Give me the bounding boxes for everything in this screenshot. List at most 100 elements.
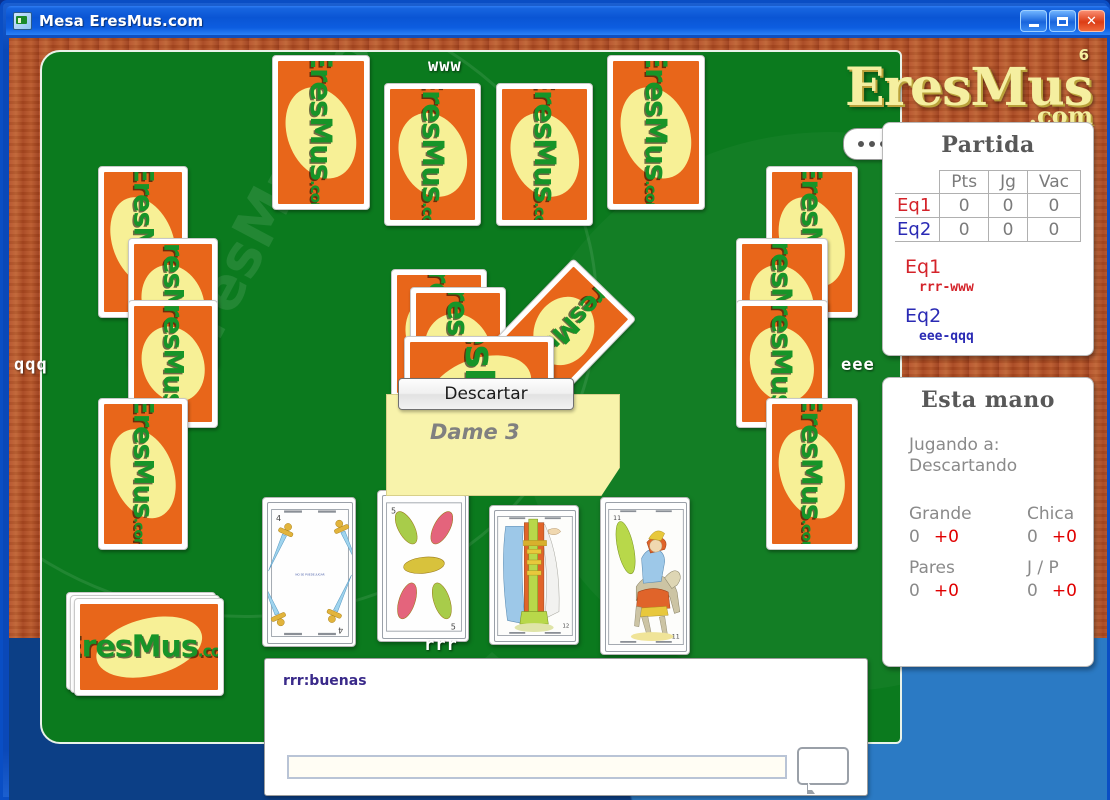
svg-text:4: 4: [276, 514, 281, 523]
card-face: 12: [494, 510, 576, 642]
eq2-vac: 0: [1026, 217, 1081, 242]
hand-card-caballo-bastos[interactable]: 11 11: [600, 497, 690, 655]
app-icon: [13, 11, 32, 30]
col-blank: [895, 170, 940, 194]
card-face: 4 4 NO SE PUEDE JUGAR: [267, 502, 353, 644]
logo-badge: 6: [1078, 46, 1089, 64]
card-face: 5 5: [382, 495, 466, 639]
stat-label-pares: Pares: [909, 558, 955, 578]
action-message: Dame 3: [430, 420, 520, 444]
card-top-3[interactable]: EresMus.com: [496, 83, 593, 226]
bastos-art: 5 5: [386, 502, 462, 632]
jugando-label: Jugando a:: [909, 435, 1000, 455]
card-back-art: EresMus.com: [613, 61, 699, 204]
close-button[interactable]: ✕: [1078, 10, 1105, 32]
card-back-art: EresMus.com: [104, 404, 182, 544]
hand-card-rey-bastos[interactable]: 12: [489, 505, 579, 645]
eq1-jg: 0: [988, 193, 1028, 218]
svg-text:5: 5: [391, 507, 396, 516]
card-back-art: EresMus.com: [80, 604, 218, 690]
hand-card-5-bastos[interactable]: 5 5: [377, 490, 469, 642]
chat-messages: rrr:buenas: [265, 659, 867, 689]
send-message-button[interactable]: [797, 747, 849, 794]
partida-score-table: Pts Jg Vac Eq1 0 0 0 Eq2 0 0 0: [895, 170, 1081, 242]
svg-text:4: 4: [338, 626, 343, 635]
partida-panel: Partida Pts Jg Vac Eq1 0 0 0 Eq2 0 0 0 E…: [882, 122, 1094, 356]
row-team-eq2: Eq2: [895, 217, 940, 242]
eq1-pts: 0: [939, 193, 990, 218]
hand-card-4-espadas[interactable]: 4 4 NO SE PUEDE JUGAR: [262, 497, 356, 647]
chica-delta: +0: [1051, 526, 1077, 547]
pares-value: 0: [909, 581, 920, 602]
partida-title: Partida: [941, 132, 1035, 158]
maximize-button[interactable]: [1049, 10, 1076, 32]
eq2-pts: 0: [939, 217, 990, 242]
team-eq1-members: rrr-www: [919, 280, 974, 295]
player-name-bottom: rrr: [424, 635, 458, 655]
stat-value-grande: 0 +0: [909, 527, 1027, 548]
window-title: Mesa EresMus.com: [39, 11, 204, 30]
card-back-art: EresMus.com: [390, 89, 475, 220]
eresmus-logo: EresMus .com 6: [845, 46, 1095, 132]
card-back-label: EresMus.com: [127, 404, 159, 544]
team-eq2-members: eee-qqq: [919, 329, 974, 344]
jp-delta: +0: [1051, 581, 1077, 602]
title-bar: Mesa EresMus.com ✕: [6, 6, 1110, 35]
table-header-row: Pts Jg Vac: [895, 170, 1081, 194]
card-left-4[interactable]: EresMus.com: [98, 398, 188, 550]
card-top-1[interactable]: EresMus.com: [272, 55, 370, 210]
stat-label-chica: Chica: [1027, 503, 1075, 524]
card-top-2[interactable]: EresMus.com: [384, 83, 481, 226]
card-right-4[interactable]: EresMus.com: [766, 398, 858, 550]
card-face: 11 11: [605, 502, 687, 652]
window-controls: ✕: [1020, 10, 1105, 32]
eq1-vac: 0: [1026, 193, 1081, 218]
row-team-eq1: Eq1: [895, 193, 940, 218]
minimize-button[interactable]: [1020, 10, 1047, 32]
card-back-label: EresMus.com: [80, 629, 218, 665]
deck-card-1[interactable]: EresMus.com: [74, 598, 224, 696]
app-root: Mesa EresMus.com ✕ EresMus.com EresMus .…: [0, 0, 1110, 800]
mano-stats-grid: Grande Chica 0 +0 0 +0 Pares J / P 0 +0 0 +0: [909, 504, 1093, 611]
card-back-art: EresMus.com: [772, 404, 852, 544]
col-pts: Pts: [939, 170, 990, 194]
card-back-art: EresMus.com: [502, 89, 587, 220]
player-name-right: eee: [841, 355, 875, 375]
pares-delta: +0: [933, 581, 959, 602]
esta-mano-panel: Esta mano Jugando a: Descartando Grande …: [882, 377, 1094, 667]
chat-panel: rrr:buenas: [264, 658, 868, 796]
table-row: Eq2 0 0 0: [895, 217, 1081, 242]
card-top-4[interactable]: EresMus.com: [607, 55, 705, 210]
chat-message: rrr:buenas: [283, 673, 367, 689]
card-back-label: EresMus.com: [795, 404, 829, 544]
col-jg: Jg: [988, 170, 1028, 194]
team-list: Eq1 rrr-www Eq2 eee-qqq: [905, 256, 1093, 344]
stat-value-pares: 0 +0: [909, 581, 1027, 602]
stat-value-jp: 0 +0: [1027, 581, 1110, 602]
card-back-label: EresMus.com: [527, 89, 562, 220]
col-vac: Vac: [1026, 170, 1081, 194]
player-name-left: qqq: [14, 355, 48, 375]
descartar-button[interactable]: Descartar: [398, 378, 574, 410]
grande-delta: +0: [933, 526, 959, 547]
card-back-label: EresMus.com: [639, 61, 673, 204]
eq2-jg: 0: [988, 217, 1028, 242]
stat-value-chica: 0 +0: [1027, 527, 1110, 548]
jugando-value: Descartando: [909, 456, 1018, 477]
table-row: Eq1 0 0 0: [895, 193, 1081, 218]
team-eq1-name: Eq1: [905, 256, 942, 278]
card-back-label: EresMus.com: [415, 89, 450, 220]
chat-input[interactable]: [287, 755, 787, 779]
mano-body: Jugando a: Descartando Grande Chica 0 +0 …: [883, 413, 1093, 611]
bubble-dot-2: [869, 141, 875, 147]
team-eq2-name: Eq2: [905, 305, 942, 327]
card-back-art: EresMus.com: [278, 61, 364, 204]
svg-text:11: 11: [613, 515, 621, 522]
card-back-label: EresMus.com: [304, 61, 338, 204]
rey-bastos-art: 12: [497, 516, 573, 636]
svg-text:NO SE PUEDE JUGAR: NO SE PUEDE JUGAR: [295, 573, 324, 577]
svg-text:12: 12: [563, 624, 570, 630]
stat-label-grande: Grande: [909, 503, 972, 524]
stat-label-jp: J / P: [1027, 558, 1059, 578]
svg-text:5: 5: [451, 622, 456, 631]
